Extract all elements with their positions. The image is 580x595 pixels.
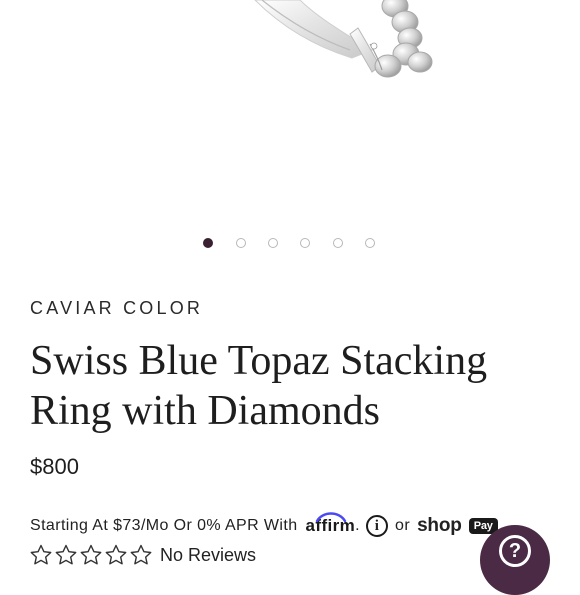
affirm-arc-icon: [315, 512, 346, 522]
affirm-dot: .: [355, 517, 361, 534]
question-mark-icon: ?: [499, 535, 531, 567]
star-outline-icon: [105, 544, 127, 565]
product-price: $800: [30, 454, 79, 479]
info-icon[interactable]: i: [366, 515, 389, 537]
star-rating: [29, 543, 154, 567]
carousel-dot[interactable]: [203, 238, 213, 248]
help-chat-button[interactable]: ?: [480, 525, 550, 595]
star-outline-icon: [55, 544, 77, 565]
financing-message: Starting At $73/Mo Or 0% APR With affirm…: [30, 511, 498, 541]
product-title: Swiss Blue Topaz Stacking Ring with Diam…: [30, 338, 488, 434]
carousel-dot[interactable]: [236, 238, 246, 248]
star-outline-icon: [80, 544, 102, 565]
shop-label: shop: [417, 515, 462, 536]
carousel-dot[interactable]: [268, 238, 278, 248]
financing-text: Starting At $73/Mo Or 0% APR With: [30, 517, 298, 534]
or-text: or: [395, 517, 411, 534]
carousel-dot[interactable]: [333, 238, 343, 248]
carousel-pagination: [0, 237, 580, 251]
product-image[interactable]: [0, 0, 580, 225]
star-outline-icon: [30, 544, 52, 565]
carousel-dot[interactable]: [365, 238, 375, 248]
affirm-logo[interactable]: affirm: [306, 512, 356, 536]
shop-pay-logo[interactable]: shop Pay: [417, 515, 498, 537]
reviews-label: No Reviews: [160, 544, 257, 565]
ring-image: [254, 0, 433, 78]
reviews-summary[interactable]: No Reviews: [29, 543, 256, 567]
star-outline-icon: [130, 544, 152, 565]
product-brand[interactable]: CAVIAR COLOR: [30, 298, 203, 319]
carousel-dot[interactable]: [300, 238, 310, 248]
